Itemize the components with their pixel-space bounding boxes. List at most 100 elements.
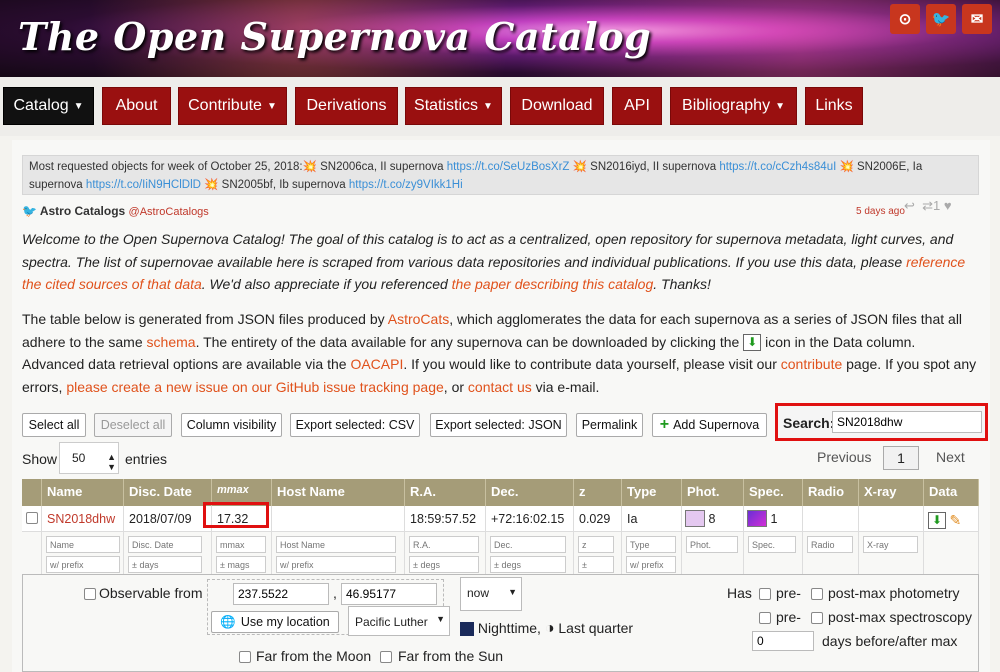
entries-select[interactable]: 50 ▲ ▼ xyxy=(59,442,119,474)
col-header-data[interactable]: Data xyxy=(924,479,979,506)
col-header-host[interactable]: Host Name xyxy=(272,479,405,506)
permalink-button[interactable]: Permalink xyxy=(576,413,643,437)
table-row[interactable]: SN2018dhw 2018/07/09 17.32 18:59:57.52 +… xyxy=(22,506,979,532)
time-select[interactable]: now ▼ xyxy=(460,577,522,611)
nav-links[interactable]: Links xyxy=(805,87,863,125)
pre-photometry-checkbox[interactable] xyxy=(759,588,771,600)
filter-spec-input[interactable] xyxy=(748,536,796,553)
filter-z-tol-input[interactable] xyxy=(578,556,614,573)
oacapi-link[interactable]: OACAPI xyxy=(350,356,403,372)
far-sun-checkbox[interactable] xyxy=(380,651,392,663)
search-input[interactable] xyxy=(832,411,982,433)
select-all-button[interactable]: Select all xyxy=(22,413,86,437)
edit-pencil-icon[interactable]: ✎ xyxy=(949,512,961,528)
ticker-link[interactable]: https://t.co/zy9VIkk1Hi xyxy=(349,179,463,191)
previous-page-button[interactable]: Previous xyxy=(817,449,871,465)
column-visibility-button[interactable]: Column visibility xyxy=(181,413,282,437)
col-header-radio[interactable]: Radio xyxy=(803,479,859,506)
filter-dec-input[interactable] xyxy=(490,536,566,553)
post-photometry-checkbox[interactable] xyxy=(811,588,823,600)
tweet-time[interactable]: 5 days ago xyxy=(856,206,905,217)
col-header-z[interactable]: z xyxy=(574,479,622,506)
days-input[interactable] xyxy=(752,631,814,651)
github-icon[interactable]: ⊙ xyxy=(890,4,920,34)
filter-phot-input[interactable] xyxy=(686,536,738,553)
contribute-link[interactable]: contribute xyxy=(781,356,842,372)
use-location-button[interactable]: 🌐 Use my location xyxy=(211,611,339,633)
heart-icon[interactable]: ♥ xyxy=(944,198,952,213)
ticker-link[interactable]: https://t.co/SeUzBosXrZ xyxy=(447,161,570,173)
photometry-thumbnail-icon[interactable] xyxy=(685,509,705,527)
ticker-link[interactable]: https://t.co/IiN9HClDlD xyxy=(86,179,201,191)
longitude-input[interactable] xyxy=(341,583,437,605)
deselect-all-button[interactable]: Deselect all xyxy=(94,413,172,437)
nav-contribute[interactable]: Contribute ▼ xyxy=(178,87,287,125)
paper-link[interactable]: the paper describing this catalog xyxy=(452,276,654,292)
far-moon-checkbox[interactable] xyxy=(239,651,251,663)
col-header-disc-date[interactable]: Disc. Date xyxy=(124,479,212,506)
row-checkbox[interactable] xyxy=(26,512,38,524)
page-1-button[interactable]: 1 xyxy=(883,446,919,470)
email-icon[interactable]: ✉ xyxy=(962,4,992,34)
filter-xray-input[interactable] xyxy=(863,536,918,553)
download-icon[interactable]: ⬇ xyxy=(928,512,946,530)
filter-name-input[interactable] xyxy=(46,536,120,553)
cell-phot[interactable]: 8 xyxy=(682,506,744,532)
observable-from-checkbox[interactable] xyxy=(84,588,96,600)
filter-ra-tol-input[interactable] xyxy=(409,556,479,573)
nav-statistics[interactable]: Statistics ▼ xyxy=(405,87,502,125)
col-header-xray[interactable]: X-ray xyxy=(859,479,924,506)
nav-label: API xyxy=(624,97,650,114)
filter-z-input[interactable] xyxy=(578,536,614,553)
col-header-type[interactable]: Type xyxy=(622,479,682,506)
post-spectroscopy-checkbox[interactable] xyxy=(811,612,823,624)
filter-type-prefix-input[interactable] xyxy=(626,556,676,573)
col-header-spec[interactable]: Spec. xyxy=(744,479,803,506)
schema-link[interactable]: schema xyxy=(147,334,196,350)
nav-derivations[interactable]: Derivations xyxy=(295,87,398,125)
nav-about[interactable]: About xyxy=(102,87,171,125)
export-json-button[interactable]: Export selected: JSON xyxy=(430,413,567,437)
ticker-link[interactable]: https://t.co/cCzh4s84uI xyxy=(719,161,836,173)
filter-name-prefix-input[interactable] xyxy=(46,556,120,573)
latitude-input[interactable] xyxy=(233,583,329,605)
para-text: via e-mail. xyxy=(531,378,600,395)
nav-download[interactable]: Download xyxy=(510,87,604,125)
reply-icon[interactable]: ↩ xyxy=(904,198,915,213)
pre-spectroscopy-checkbox[interactable] xyxy=(759,612,771,624)
github-issue-link[interactable]: please create a new issue on our GitHub … xyxy=(66,379,443,395)
col-header-ra[interactable]: R.A. xyxy=(405,479,486,506)
col-header-name[interactable]: Name xyxy=(42,479,124,506)
filter-ra-input[interactable] xyxy=(409,536,479,553)
contact-link[interactable]: contact us xyxy=(468,379,532,395)
nav-bibliography[interactable]: Bibliography ▼ xyxy=(670,87,797,125)
cell-spec[interactable]: 1 xyxy=(744,506,803,532)
filter-disc-date-tol-input[interactable] xyxy=(128,556,202,573)
filter-mmax-input[interactable] xyxy=(216,536,266,553)
astrocats-link[interactable]: AstroCats xyxy=(388,311,449,327)
nav-catalog[interactable]: Catalog ▼ xyxy=(3,87,94,125)
filter-cell-z xyxy=(574,532,622,580)
col-header-phot[interactable]: Phot. xyxy=(682,479,744,506)
next-page-button[interactable]: Next xyxy=(936,449,965,465)
twitter-icon[interactable]: 🐦 xyxy=(926,4,956,34)
location-select[interactable]: Pacific Luther ▼ xyxy=(348,606,450,636)
cell-name[interactable]: SN2018dhw xyxy=(42,506,124,532)
export-csv-button[interactable]: Export selected: CSV xyxy=(290,413,420,437)
retweet-icon[interactable]: ⇄ xyxy=(922,198,933,213)
burst-icon: 💥 xyxy=(204,179,222,191)
filter-disc-date-input[interactable] xyxy=(128,536,202,553)
filter-host-prefix-input[interactable] xyxy=(276,556,396,573)
site-title[interactable]: The Open Supernova Catalog xyxy=(18,14,651,59)
add-supernova-button[interactable]: + Add Supernova xyxy=(652,413,767,437)
filter-radio-input[interactable] xyxy=(807,536,853,553)
filter-type-input[interactable] xyxy=(626,536,676,553)
cell-dec: +72:16:02.15 xyxy=(486,506,574,532)
nav-api[interactable]: API xyxy=(612,87,662,125)
col-header-dec[interactable]: Dec. xyxy=(486,479,574,506)
tweet-author[interactable]: 🐦 Astro Catalogs @AstroCatalogs xyxy=(22,204,209,218)
spectrum-thumbnail-icon[interactable] xyxy=(747,509,767,527)
filter-host-input[interactable] xyxy=(276,536,396,553)
filter-dec-tol-input[interactable] xyxy=(490,556,566,573)
filter-mmax-tol-input[interactable] xyxy=(216,556,266,573)
